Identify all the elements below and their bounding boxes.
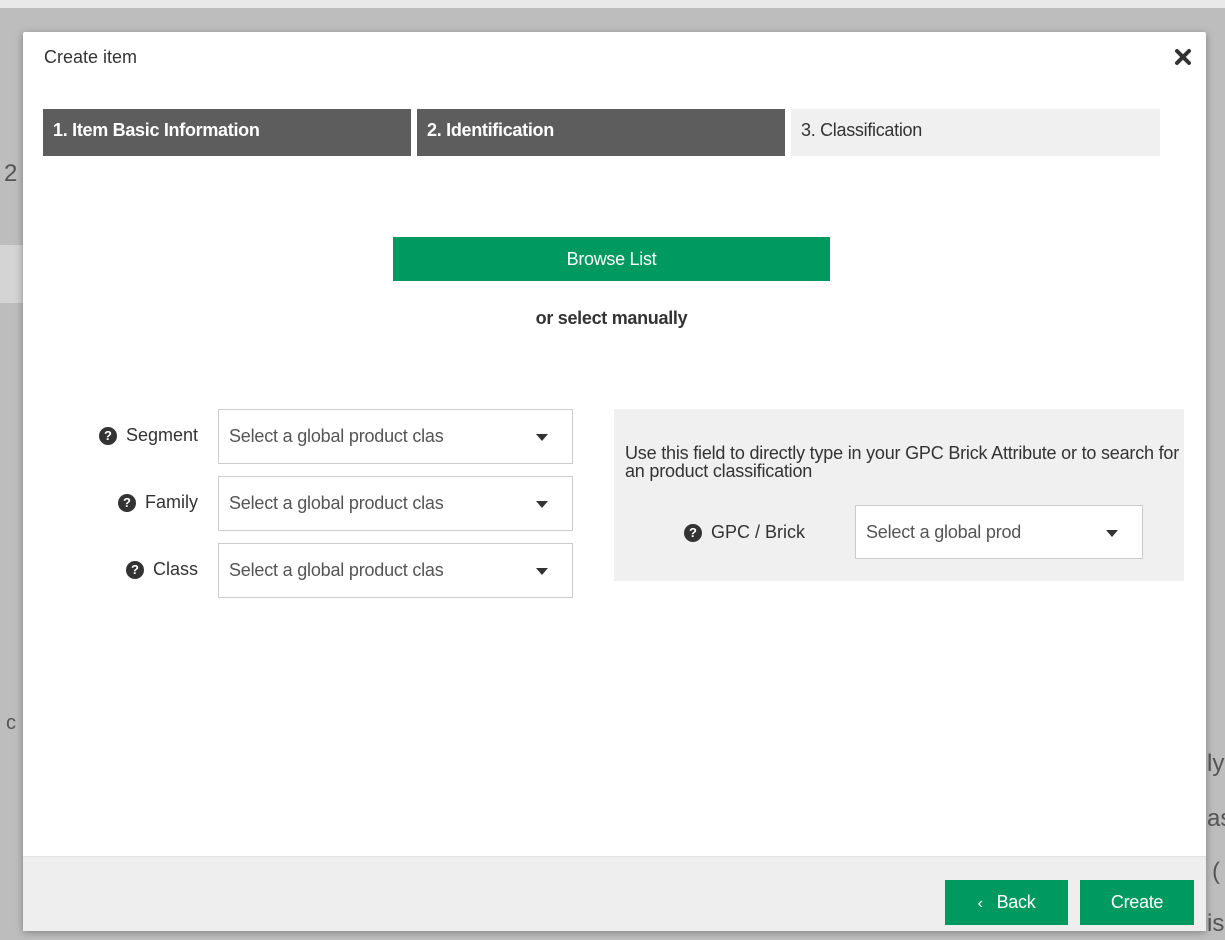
chevron-left-icon: ‹ (977, 895, 983, 912)
modal-footer: ‹ Back Create (23, 856, 1206, 931)
class-label: ? Class (125, 559, 198, 580)
create-button[interactable]: Create (1080, 880, 1194, 925)
class-select-placeholder: Select a global product clas (229, 560, 444, 580)
class-label-text: Class (152, 559, 198, 579)
caret-down-icon (1106, 530, 1118, 537)
background-text: ly (1207, 750, 1225, 777)
segment-label: ? Segment (98, 425, 198, 446)
class-row: ? Class Select a global product clas (23, 543, 583, 598)
help-icon[interactable]: ? (125, 560, 144, 579)
gpc-brick-label: ? GPC / Brick (684, 522, 805, 543)
step-item-basic-information[interactable]: 1. Item Basic Information (43, 109, 411, 156)
or-select-manually-text: or select manually (535, 308, 688, 328)
segment-label-text: Segment (125, 425, 198, 445)
family-row: ? Family Select a global product clas (23, 476, 583, 531)
segment-select-placeholder: Select a global product clas (229, 426, 444, 446)
help-icon[interactable]: ? (684, 523, 702, 542)
family-label: ? Family (118, 492, 198, 513)
browse-list-button[interactable]: Browse List (393, 237, 830, 281)
create-item-modal: Create item 1. Item Basic Information 2.… (23, 32, 1206, 931)
family-label-text: Family (145, 492, 198, 512)
family-select[interactable]: Select a global product clas (218, 476, 573, 531)
modal-title: Create item (44, 47, 138, 67)
gpc-brick-select-placeholder: Select a global prod (866, 522, 1022, 542)
background-header-bar (0, 0, 1225, 8)
gpc-brick-label-text: GPC / Brick (711, 522, 806, 542)
help-icon[interactable]: ? (98, 426, 117, 445)
back-button-label: Back (996, 892, 1036, 912)
background-text: as (1207, 805, 1225, 832)
step-identification[interactable]: 2. Identification (417, 109, 785, 156)
help-icon[interactable]: ? (118, 493, 136, 512)
back-button[interactable]: ‹ Back (945, 880, 1068, 925)
caret-down-icon (536, 501, 548, 508)
close-icon[interactable] (1172, 46, 1194, 68)
background-text: is (1207, 910, 1225, 937)
gpc-brick-panel: Use this field to directly type in your … (614, 409, 1184, 581)
wizard-steps: 1. Item Basic Information 2. Identificat… (43, 109, 1160, 156)
gpc-help-text: Use this field to directly type in your … (625, 443, 1180, 481)
step-classification[interactable]: 3. Classification (791, 109, 1160, 156)
segment-row: ? Segment Select a global product clas (23, 409, 583, 464)
caret-down-icon (536, 568, 548, 575)
segment-select[interactable]: Select a global product clas (218, 409, 573, 464)
caret-down-icon (536, 434, 548, 441)
class-select[interactable]: Select a global product clas (218, 543, 573, 598)
background-text: ( (1212, 858, 1220, 885)
background-text: 2 (4, 160, 18, 187)
background-text: c (6, 712, 16, 734)
gpc-brick-select[interactable]: Select a global prod (855, 505, 1143, 559)
family-select-placeholder: Select a global product clas (229, 493, 444, 513)
background-band (0, 245, 23, 303)
